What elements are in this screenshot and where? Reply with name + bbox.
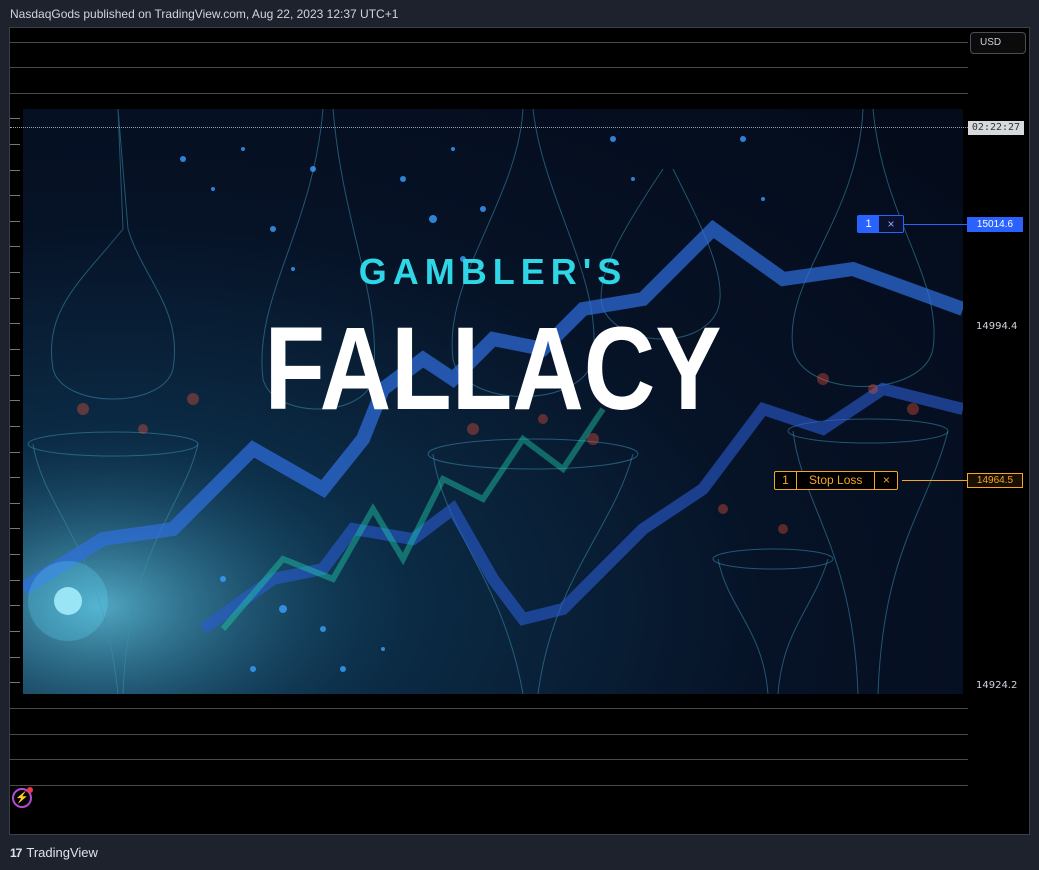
grid-line [10,93,968,94]
stop-loss-line [902,480,968,481]
price-axis-label: 14994.4 [976,321,1018,332]
entry-order-qty[interactable]: 1 [858,216,879,232]
grid-tick [10,195,20,196]
entry-order-line [903,224,968,225]
crosshair-line [10,127,968,128]
grid-tick [10,503,20,504]
grid-tick [10,246,20,247]
grid-tick [10,528,20,529]
currency-button[interactable]: USD [970,32,1026,54]
entry-price-label: 15014.6 [967,217,1023,232]
stop-loss-qty[interactable]: 1 [775,472,797,489]
grid-tick [10,349,20,350]
publish-info: NasdaqGods published on TradingView.com,… [10,7,399,21]
grid-line [10,708,968,709]
close-icon[interactable]: × [879,216,903,232]
grid-tick [10,477,20,478]
close-icon[interactable]: × [875,472,897,489]
crosshair-time-label: 02:22:27 [968,121,1024,135]
lightning-icon[interactable]: ⚡ [12,787,33,808]
grid-tick [10,170,20,171]
price-axis-separator [968,28,969,834]
grid-tick [10,298,20,299]
image-title-top: GAMBLER'S [359,251,628,292]
grid-tick [10,580,20,581]
notification-dot [27,787,33,793]
grid-line [10,42,968,43]
grid-line [10,759,968,760]
tradingview-logo-icon: 17 [10,845,22,860]
footer-brand[interactable]: 17 TradingView [10,845,98,860]
stop-loss-widget[interactable]: 1 Stop Loss × [774,471,899,490]
grid-line [10,67,968,68]
grid-tick [10,118,20,119]
grid-tick [10,452,20,453]
grid-tick [10,323,20,324]
gamblers-fallacy-image: GAMBLER'S FALLACY [23,109,963,694]
grid-tick [10,631,20,632]
stop-loss-price-label: 14964.5 [967,473,1023,488]
grid-tick [10,375,20,376]
grid-tick [10,221,20,222]
grid-tick [10,400,20,401]
grid-tick [10,272,20,273]
chart-area[interactable]: GAMBLER'S FALLACY USD 02:22:27 1 × 15014… [9,27,1030,835]
network-artwork: GAMBLER'S FALLACY [23,109,963,694]
stop-loss-label[interactable]: Stop Loss [797,472,876,489]
grid-line [10,785,968,786]
grid-tick [10,682,20,683]
grid-tick [10,426,20,427]
grid-tick [10,605,20,606]
brand-name: TradingView [26,845,98,860]
price-axis-label: 14924.2 [976,680,1018,691]
image-title-main: FALLACY [265,303,722,435]
grid-line [10,734,968,735]
grid-tick [10,144,20,145]
grid-tick [10,657,20,658]
entry-order-widget[interactable]: 1 × [857,215,904,233]
grid-tick [10,554,20,555]
